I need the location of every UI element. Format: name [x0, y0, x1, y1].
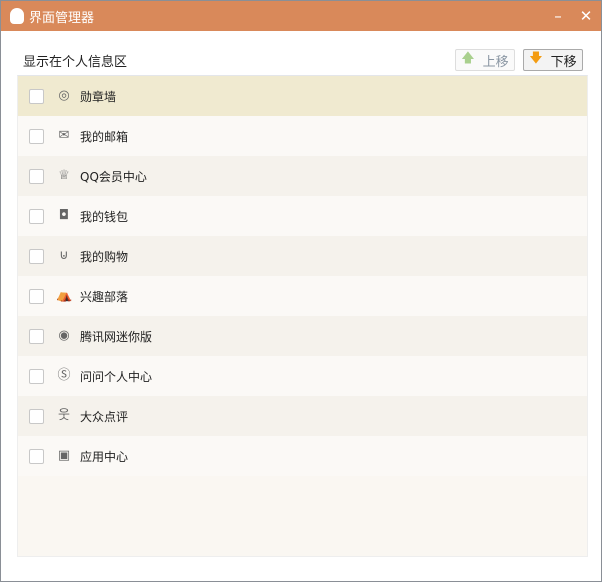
qq-penguin-icon [10, 8, 24, 24]
item-checkbox[interactable] [29, 88, 44, 104]
item-icon: 웃 [58, 408, 70, 423]
item-checkbox[interactable] [29, 168, 44, 184]
item-checkbox[interactable] [29, 248, 44, 264]
minimize-button[interactable]: – [549, 7, 567, 25]
arrow-up-icon: 🡅 [461, 51, 475, 66]
item-checkbox[interactable] [29, 408, 44, 424]
item-list: ◎ 勋章墙 ✉ 我的邮箱 ♕ QQ会员中心 ◘ 我的钱包 ⊍ 我的购物 ⛺ 兴趣部落 ◉ 腾讯网迷你版 Ⓢ 问… [17, 75, 588, 557]
move-down-button[interactable]: 🡇 下移 [523, 49, 583, 71]
item-label: 勋章墙 [80, 89, 117, 104]
item-label: 兴趣部落 [80, 289, 129, 304]
move-down-label: 下移 [550, 54, 577, 70]
list-item[interactable]: 웃 大众点评 [18, 396, 587, 436]
item-icon: ◎ [58, 88, 70, 103]
item-checkbox[interactable] [29, 448, 44, 464]
item-icon: ⛺ [56, 288, 73, 303]
item-icon: ◉ [58, 328, 70, 343]
item-checkbox[interactable] [29, 328, 44, 344]
list-item[interactable]: ⊍ 我的购物 [18, 236, 587, 276]
list-item[interactable]: ✉ 我的邮箱 [18, 116, 587, 156]
window-title: 界面管理器 [29, 10, 95, 26]
list-item[interactable]: ◘ 我的钱包 [18, 196, 587, 236]
item-label: QQ会员中心 [80, 169, 147, 184]
item-icon: ◘ [58, 208, 70, 223]
item-icon: Ⓢ [57, 368, 71, 383]
list-item[interactable]: Ⓢ 问问个人中心 [18, 356, 587, 396]
item-checkbox[interactable] [29, 128, 44, 144]
item-label: 应用中心 [80, 449, 129, 464]
move-up-label: 上移 [482, 54, 509, 70]
interface-manager-window: 界面管理器 – ✕ 显示在个人信息区 🡅 上移 🡇 下移 ◎ 勋章墙 ✉ 我的邮箱 ♕ QQ会… [0, 0, 602, 582]
item-checkbox[interactable] [29, 288, 44, 304]
move-up-button[interactable]: 🡅 上移 [455, 49, 515, 71]
item-icon: ✉ [58, 128, 70, 143]
item-icon: ♕ [58, 168, 70, 183]
arrow-down-icon: 🡇 [529, 51, 543, 66]
list-item[interactable]: ▣ 应用中心 [18, 436, 587, 476]
list-item[interactable]: ◉ 腾讯网迷你版 [18, 316, 587, 356]
item-icon: ⊍ [59, 248, 69, 263]
item-checkbox[interactable] [29, 368, 44, 384]
section-label: 显示在个人信息区 [23, 55, 128, 70]
item-label: 问问个人中心 [80, 369, 153, 384]
title-bar: 界面管理器 – ✕ [1, 1, 601, 31]
list-item[interactable]: ⛺ 兴趣部落 [18, 276, 587, 316]
item-label: 大众点评 [80, 409, 129, 424]
item-label: 我的邮箱 [80, 129, 129, 144]
item-label: 腾讯网迷你版 [80, 329, 153, 344]
close-button[interactable]: ✕ [577, 7, 595, 25]
item-label: 我的购物 [80, 249, 129, 264]
list-item[interactable]: ◎ 勋章墙 [18, 76, 587, 116]
item-label: 我的钱包 [80, 209, 129, 224]
item-checkbox[interactable] [29, 208, 44, 224]
list-item[interactable]: ♕ QQ会员中心 [18, 156, 587, 196]
item-icon: ▣ [57, 448, 71, 463]
